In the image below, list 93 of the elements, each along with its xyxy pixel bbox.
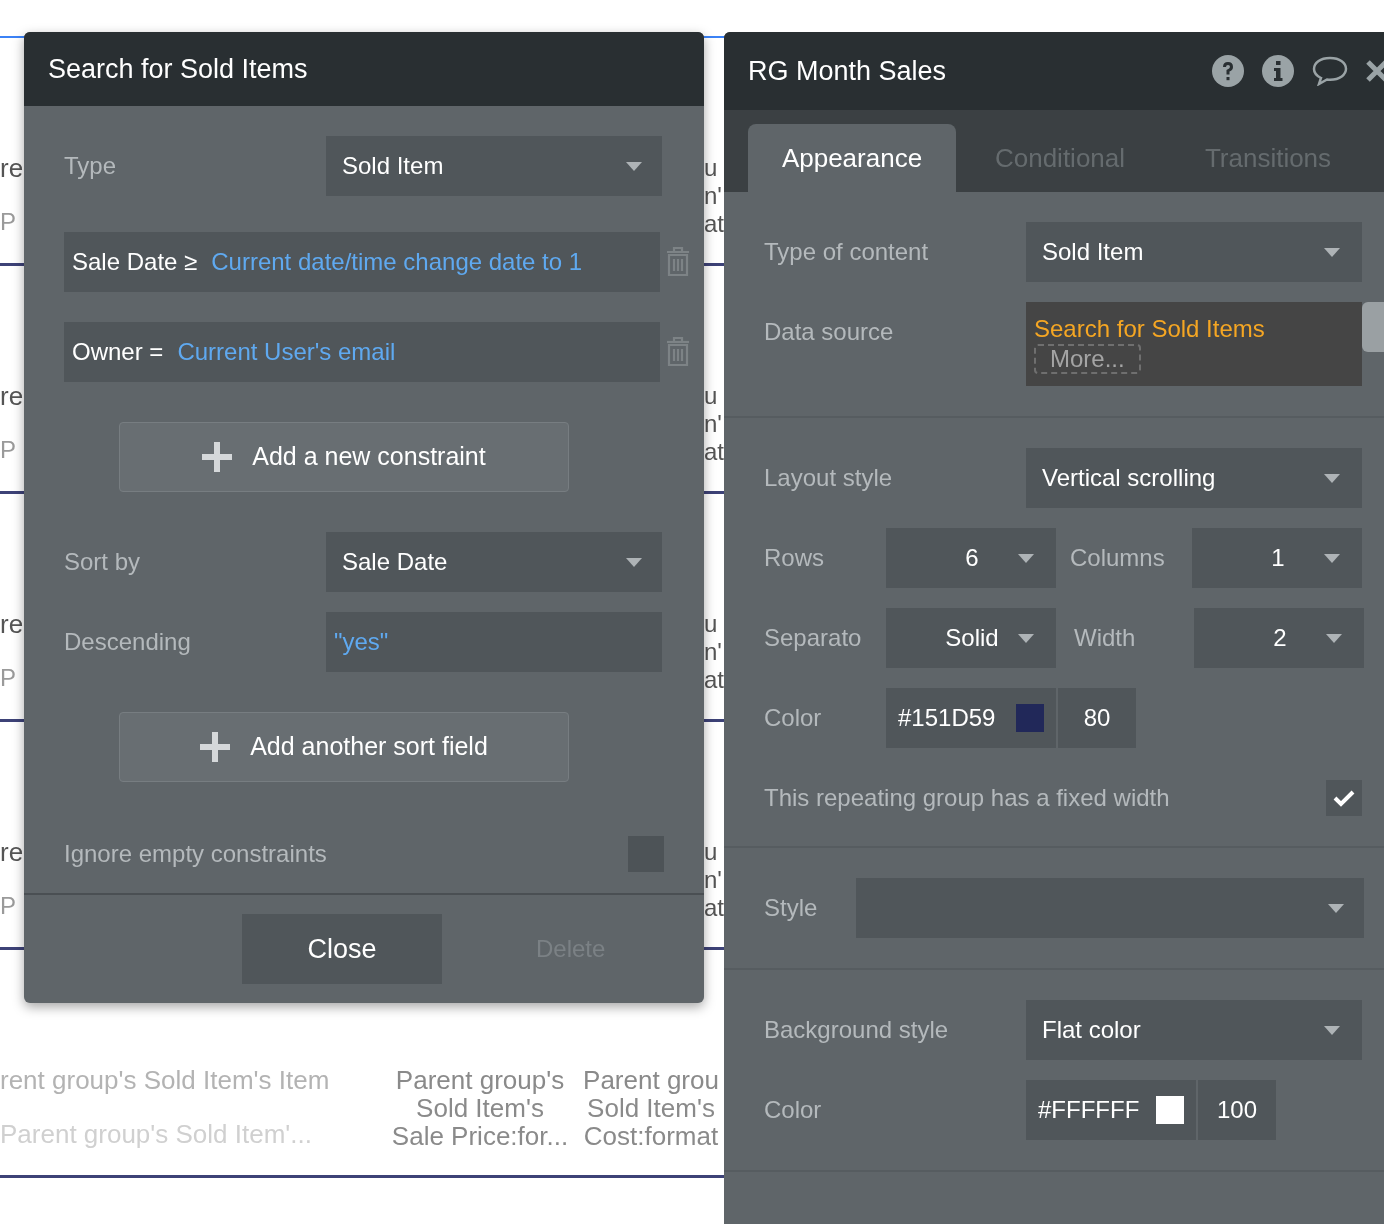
caret-icon: [1324, 473, 1340, 483]
caret-icon: [1328, 903, 1344, 913]
canvas-text: u: [704, 610, 718, 638]
field-label: Type of content: [764, 237, 930, 267]
canvas-text: at: [704, 666, 724, 694]
canvas-text: u: [704, 382, 718, 410]
caret-icon: [1018, 553, 1034, 563]
canvas-text: P: [0, 663, 16, 693]
dropdown[interactable]: Flat color: [1026, 1000, 1362, 1060]
canvas-text: Sold Item's: [587, 1094, 715, 1122]
canvas-text: re: [0, 380, 24, 412]
canvas-text: n': [704, 182, 722, 210]
dropdown[interactable]: [856, 878, 1364, 938]
caret-icon: [626, 557, 642, 567]
trash-icon: [666, 337, 690, 367]
info-icon: [1262, 55, 1294, 87]
add-button[interactable]: Add another sort field: [119, 712, 569, 782]
dropdown[interactable]: 1: [1192, 528, 1362, 588]
field-label: Width: [1074, 623, 1137, 653]
dropdown[interactable]: Sale Date: [326, 532, 662, 592]
field-label: Layout style: [764, 463, 894, 493]
color-field[interactable]: #FFFFFF: [1026, 1080, 1196, 1140]
field-label: Type: [64, 151, 118, 181]
canvas-text: at: [704, 438, 724, 466]
data-source-field[interactable]: Search for Sold Items More...: [1026, 302, 1362, 386]
canvas-text: re: [0, 608, 24, 640]
field-label: Data source: [764, 317, 895, 347]
caret-icon: [1018, 633, 1034, 643]
tab[interactable]: Appearance: [748, 124, 956, 192]
opacity-field[interactable]: 100: [1198, 1080, 1276, 1140]
expression-text: Search for Sold Items: [1034, 314, 1265, 344]
canvas-text: Cost:format: [583, 1122, 719, 1150]
dropdown[interactable]: 2: [1194, 608, 1364, 668]
check-icon: [1333, 789, 1355, 807]
canvas-text: Parent grou: [583, 1066, 719, 1094]
canvas-text: n': [704, 638, 722, 666]
canvas-text: P: [0, 435, 16, 465]
field-label: Color: [764, 703, 823, 733]
help-icon: [1212, 55, 1244, 87]
more-button[interactable]: More...: [1034, 344, 1141, 374]
caret-icon: [1324, 553, 1340, 563]
constraint-field: Owner =: [72, 334, 164, 370]
color-field[interactable]: #151D59: [886, 688, 1056, 748]
field-label: Rows: [764, 543, 825, 573]
canvas-text: n': [704, 410, 722, 438]
dropdown[interactable]: Solid: [886, 608, 1056, 668]
canvas-text: Parent group's: [395, 1066, 565, 1094]
plus-icon: [200, 732, 231, 762]
canvas-text: n': [704, 866, 722, 894]
opacity-field[interactable]: 80: [1058, 688, 1136, 748]
constraint-expression: Current date/time change date to 1: [211, 247, 583, 277]
caret-icon: [1324, 247, 1340, 257]
panel-title: RG Month Sales: [748, 54, 948, 88]
canvas-text: re: [0, 836, 24, 868]
dropdown[interactable]: 6: [886, 528, 1056, 588]
canvas-text: P: [0, 891, 16, 921]
caret-icon: [626, 161, 642, 171]
checkbox[interactable]: [1326, 780, 1362, 816]
constraint-field: Sale Date ≥: [72, 244, 198, 280]
dropdown[interactable]: Vertical scrolling: [1026, 448, 1362, 508]
add-button[interactable]: Add a new constraint: [119, 422, 569, 492]
dropdown[interactable]: Sold Item: [1026, 222, 1362, 282]
field-label: Sort by: [64, 547, 142, 577]
dropdown[interactable]: Sold Item: [326, 136, 662, 196]
field-label: This repeating group has a fixed width: [764, 783, 1170, 813]
close-icon: [1366, 59, 1384, 83]
dialog-title: Search for Sold Items: [48, 52, 308, 86]
field-label: Descending: [64, 627, 192, 657]
canvas-text: re: [0, 152, 24, 184]
field-label: Background style: [764, 1015, 950, 1045]
color-swatch: [1016, 704, 1044, 732]
color-swatch: [1156, 1096, 1184, 1124]
dialog-button[interactable]: Close: [242, 914, 442, 984]
canvas-text: at: [704, 210, 724, 238]
caret-icon: [1326, 633, 1342, 643]
canvas-text: Sold Item's: [416, 1094, 544, 1122]
plus-icon: [202, 442, 233, 472]
field-label: Style: [764, 893, 819, 923]
help-tab[interactable]: [1362, 302, 1384, 352]
canvas-text: u: [704, 154, 718, 182]
canvas-text: Sale Price:for...: [391, 1122, 569, 1150]
canvas-text: P: [0, 207, 16, 237]
constraint-expression: Current User's email: [177, 337, 396, 367]
caret-icon: [1324, 1025, 1340, 1035]
field-label: Separato: [764, 623, 863, 653]
canvas-text: u: [704, 838, 718, 866]
canvas-text: at: [704, 894, 724, 922]
comment-icon: [1312, 56, 1348, 86]
trash-icon: [666, 247, 690, 277]
field-label: Ignore empty constraints: [64, 839, 327, 869]
field-label: Color: [764, 1095, 823, 1125]
canvas-text: rent group's Sold Item's Item: [0, 1064, 330, 1096]
field-label: Columns: [1070, 543, 1166, 573]
